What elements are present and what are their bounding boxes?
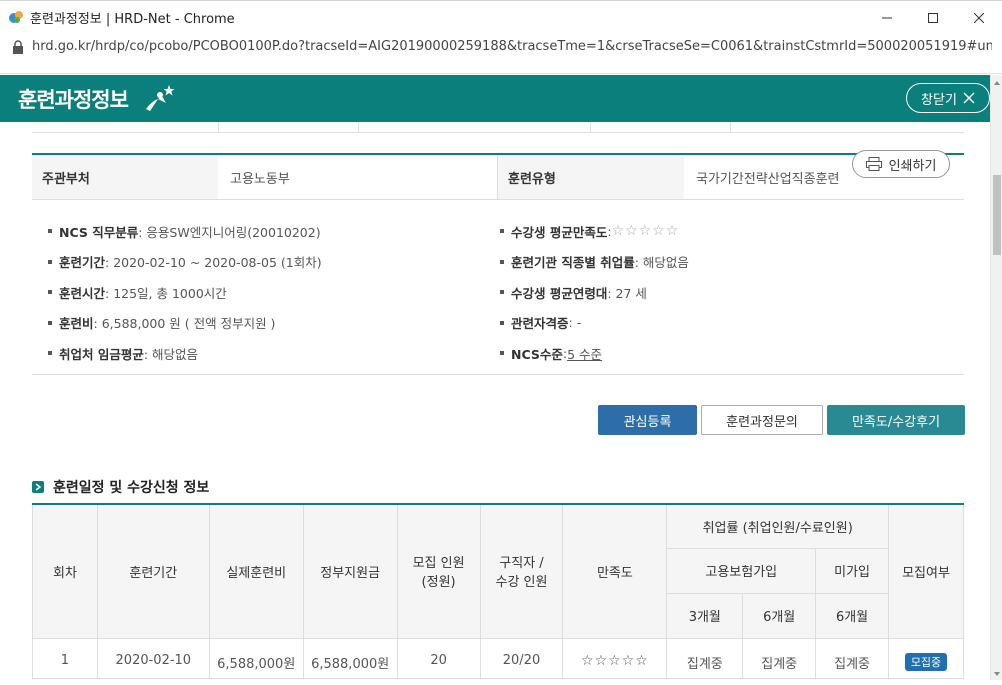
close-x-icon (963, 92, 975, 104)
detail-item: NCS 직무분류 : 응용SW엔지니어링(20010202) (32, 216, 322, 247)
detail-item: 훈련기관 직종별 취업률 : 해당없음 (484, 247, 689, 278)
previous-table-bottom (32, 122, 964, 133)
cell-emp-3m: 집계중 (666, 637, 744, 679)
detail-item: 훈련기간 : 2020-02-10 ~ 2020-08-05 (1회차) (32, 247, 322, 278)
cell-emp-6m: 집계중 (742, 637, 817, 679)
col-jobseeker: 구직자 / 수강 인원 (479, 504, 564, 639)
page-title: 훈련과정정보 (18, 87, 129, 112)
course-details: NCS 직무분류 : 응용SW엔지니어링(20010202) 훈련기간 : 20… (32, 200, 964, 375)
lock-icon (12, 39, 24, 54)
detail-item: NCS수준 : 5 수준 (484, 338, 689, 369)
close-window-page-button[interactable]: 창닫기 (906, 83, 990, 113)
cell-jobseeker: 20/20 (479, 637, 564, 679)
cell-status: 모집중 (888, 637, 964, 679)
satisfaction-stars-icon: ☆☆☆☆☆ (611, 223, 680, 240)
close-page-label: 창닫기 (921, 92, 957, 108)
cell-round: 1 (32, 637, 98, 679)
course-info-table: 주관부처 고용노동부 훈련유형 국가기간전략산업직종훈련 (32, 153, 964, 200)
action-buttons: 관심등록 훈련과정문의 만족도/수강후기 (598, 405, 965, 435)
details-left-column: NCS 직무분류 : 응용SW엔지니어링(20010202) 훈련기간 : 20… (32, 216, 322, 369)
col-status: 모집여부 (888, 504, 964, 639)
browser-divider (0, 59, 1002, 74)
col-recruit: 모집 인원 (정원) (396, 504, 481, 639)
dept-value: 고용노동부 (218, 155, 498, 199)
print-button[interactable]: 인쇄하기 (852, 150, 950, 178)
detail-item: 수강생 평균만족도 : ☆☆☆☆☆ (484, 216, 689, 247)
print-label: 인쇄하기 (888, 158, 937, 174)
schedule-table: 회차 훈련기간 실제훈련비 정부지원금 모집 인원 (정원) 구직자 / 수강 … (32, 503, 964, 679)
col-satisfaction: 만족도 (562, 504, 668, 639)
section-bullet-icon (32, 481, 44, 493)
maximize-icon (928, 12, 938, 23)
printer-icon (865, 157, 882, 171)
window-titlebar: 훈련과정정보 | HRD-Net - Chrome (0, 0, 1002, 33)
col-gov: 정부지원금 (302, 504, 398, 639)
cell-gov: 6,588,000원 (302, 637, 398, 679)
interest-button[interactable]: 관심등록 (598, 405, 697, 435)
dept-label: 주관부처 (32, 155, 218, 199)
minimize-icon (882, 17, 892, 18)
ncs-level-link[interactable]: 5 수준 (567, 344, 602, 363)
section-title-label: 훈련일정 및 수강신청 정보 (53, 480, 210, 496)
type-label: 훈련유형 (498, 155, 684, 199)
col-insured: 고용보험가입 (666, 548, 817, 594)
detail-item: 훈련시간 : 125일, 총 1000시간 (32, 277, 322, 308)
minimize-button[interactable] (864, 1, 910, 34)
scroll-down-icon[interactable] (991, 666, 1002, 680)
section-title: 훈련일정 및 수강신청 정보 (32, 477, 209, 497)
status-badge[interactable]: 모집중 (904, 652, 948, 671)
details-right-column: 수강생 평균만족도 : ☆☆☆☆☆ 훈련기관 직종별 취업률 : 해당없음 수강… (484, 216, 689, 369)
inquiry-button[interactable]: 훈련과정문의 (701, 405, 823, 435)
col-6m: 6개월 (742, 593, 817, 639)
cell-recruit: 20 (396, 637, 481, 679)
page-header: 훈련과정정보 창닫기 (0, 75, 1002, 122)
detail-item: 취업처 임금평균 : 해당없음 (32, 338, 322, 369)
cell-period: 2020-02-10 (96, 637, 210, 679)
col-uninsured: 미가입 (815, 548, 889, 594)
vertical-scrollbar[interactable] (990, 75, 1002, 680)
address-bar[interactable]: hrd.go.kr/hrdp/co/pcobo/PCOBO0100P.do?tr… (0, 33, 1002, 59)
col-6m-uninsured: 6개월 (815, 593, 889, 639)
page-content: 주관부처 고용노동부 훈련유형 국가기간전략산업직종훈련 인쇄하기 NCS 직무… (0, 122, 990, 680)
col-3m: 3개월 (666, 593, 744, 639)
url-text[interactable]: hrd.go.kr/hrdp/co/pcobo/PCOBO0100P.do?tr… (32, 39, 992, 54)
hrdnet-favicon-icon (8, 9, 24, 25)
cell-stars-icon: ☆☆☆☆☆ (562, 637, 668, 679)
cell-emp-uninsured: 집계중 (815, 637, 889, 679)
table-row: 1 2020-02-10 6,588,000원 6,588,000원 20 20… (32, 637, 964, 679)
scroll-thumb[interactable] (993, 175, 1001, 255)
col-employment: 취업률 (취업인원/수료인원) (666, 504, 889, 549)
runner-star-icon (140, 83, 176, 115)
detail-item: 관련자격증 : - (484, 308, 689, 339)
detail-item: 수강생 평균연령대 : 27 세 (484, 277, 689, 308)
col-fee: 실제훈련비 (208, 504, 304, 639)
close-icon (974, 12, 984, 23)
detail-item: 훈련비 : 6,588,000 원 ( 전액 정부지원 ) (32, 308, 322, 339)
scroll-up-icon[interactable] (991, 75, 1002, 89)
review-button[interactable]: 만족도/수강후기 (827, 405, 965, 435)
col-round: 회차 (32, 504, 98, 639)
window-title: 훈련과정정보 | HRD-Net - Chrome (30, 11, 235, 27)
col-period: 훈련기간 (96, 504, 210, 639)
close-window-button[interactable] (956, 1, 1002, 34)
cell-fee: 6,588,000원 (208, 637, 304, 679)
maximize-button[interactable] (910, 1, 956, 34)
